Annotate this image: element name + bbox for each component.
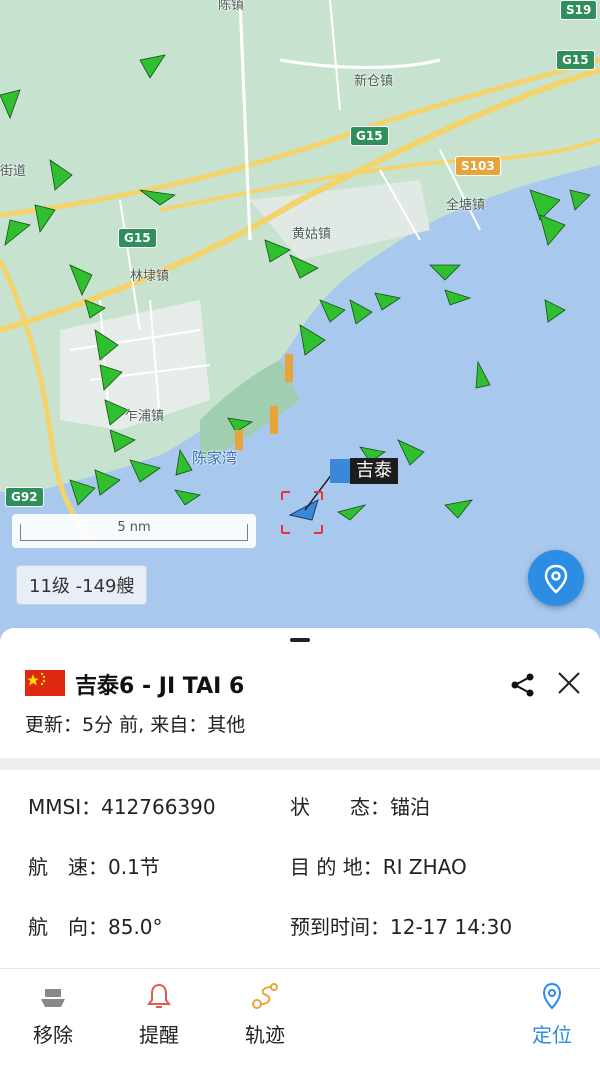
ship-tag-name: 吉泰	[350, 458, 398, 484]
mmsi-field: MMSI：412766390	[28, 795, 216, 819]
tab-locate[interactable]: 定位	[512, 969, 592, 1068]
place-label: 陈家湾	[192, 449, 238, 467]
place-label: 街道	[0, 164, 27, 179]
road-label-g92: G92	[5, 487, 44, 507]
locate-button[interactable]	[528, 550, 584, 606]
vessel-header: 吉泰6 - JI TAI 6 更新：5分 前, 来自：其他	[0, 628, 600, 758]
tab-track[interactable]: 轨迹	[225, 969, 305, 1068]
tab-alert[interactable]: 提醒	[119, 969, 199, 1068]
map-view[interactable]: S19 G15 G15 G15 S103 G92 陈镇 新仓镇 街道 黄姑镇 全…	[0, 0, 600, 640]
share-icon[interactable]	[510, 672, 536, 698]
track-icon	[252, 983, 278, 1009]
place-label: 黄姑镇	[292, 227, 332, 242]
close-icon[interactable]	[556, 670, 582, 696]
scale-bar-label: 5 nm	[117, 520, 151, 535]
tab-remove[interactable]: 移除	[13, 969, 93, 1068]
selected-ship-tag[interactable]: 吉泰	[330, 458, 398, 484]
place-label: 林埭镇	[130, 269, 170, 284]
eta-field: 预到时间：12-17 14:30	[290, 915, 513, 939]
tab-label: 提醒	[139, 1023, 179, 1047]
road-label-g15: G15	[350, 126, 389, 146]
vessel-detail-sheet: 吉泰6 - JI TAI 6 更新：5分 前, 来自：其他 MMSI：41276…	[0, 628, 600, 1068]
tab-label: 定位	[532, 1023, 572, 1047]
ship-tag-flag	[330, 459, 350, 483]
location-pin-icon	[544, 564, 568, 594]
china-flag-icon	[25, 670, 65, 696]
section-divider	[0, 758, 600, 770]
course-field: 航 向：85.0°	[28, 915, 163, 939]
zoom-level-badge: 11级 -149艘	[16, 565, 148, 605]
scale-bar: 5 nm	[12, 514, 256, 548]
road-label-g15: G15	[118, 228, 157, 248]
place-label: 陈镇	[218, 0, 245, 13]
update-info: 更新：5分 前, 来自：其他	[25, 714, 246, 736]
ship-remove-icon	[41, 989, 65, 1007]
status-field: 状 态：锚泊	[290, 795, 430, 819]
tab-label: 轨迹	[245, 1023, 285, 1047]
bell-icon	[147, 983, 171, 1008]
road-label-s19: S19	[560, 0, 598, 20]
speed-field: 航 速：0.1节	[28, 855, 160, 879]
vessel-title: 吉泰6 - JI TAI 6	[75, 674, 245, 699]
destination-field: 目 的 地：RI ZHAO	[290, 855, 467, 879]
place-label: 新仓镇	[354, 74, 394, 89]
place-label: 全塘镇	[446, 198, 486, 213]
road-label-g15: G15	[556, 50, 595, 70]
bottom-action-bar: 移除 提醒 轨迹 定位	[0, 968, 600, 1068]
road-label-s103: S103	[455, 156, 501, 176]
tab-label: 移除	[33, 1023, 73, 1047]
place-label: 乍浦镇	[125, 409, 165, 424]
location-pin-icon	[542, 982, 562, 1010]
